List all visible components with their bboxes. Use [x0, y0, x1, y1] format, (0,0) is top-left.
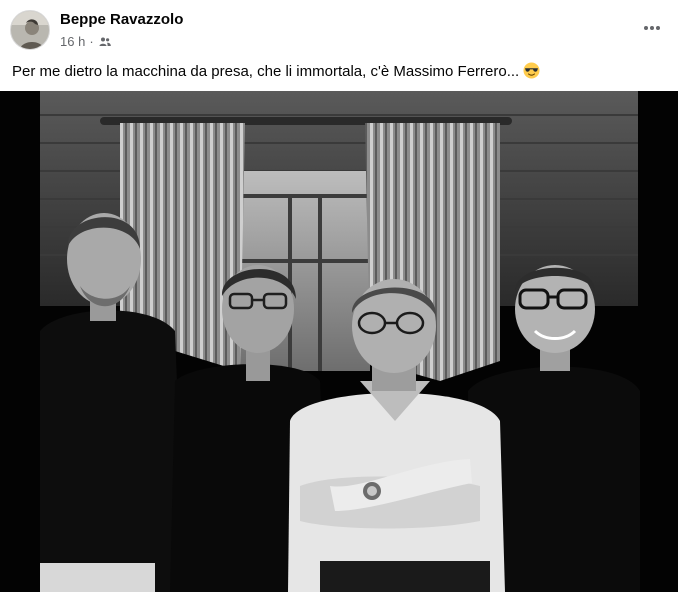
- author-name[interactable]: Beppe Ravazzolo: [60, 11, 183, 28]
- caption-text: Per me dietro la macchina da presa, che …: [12, 63, 520, 80]
- post-header: Beppe Ravazzolo 16 h ·: [0, 0, 678, 56]
- friends-icon[interactable]: [99, 36, 111, 48]
- group-photo-icon: [0, 91, 678, 592]
- post-timestamp[interactable]: 16 h: [60, 34, 85, 49]
- avatar[interactable]: [10, 10, 50, 50]
- post-caption: Per me dietro la macchina da presa, che …: [12, 62, 666, 82]
- post-meta: 16 h ·: [60, 34, 111, 49]
- more-dots-icon: [644, 26, 660, 30]
- meta-separator: ·: [89, 34, 94, 49]
- avatar-image-icon: [11, 11, 49, 49]
- post-photo[interactable]: [0, 91, 678, 592]
- sunglasses-emoji-icon: [523, 62, 540, 79]
- more-options-button[interactable]: [638, 16, 666, 40]
